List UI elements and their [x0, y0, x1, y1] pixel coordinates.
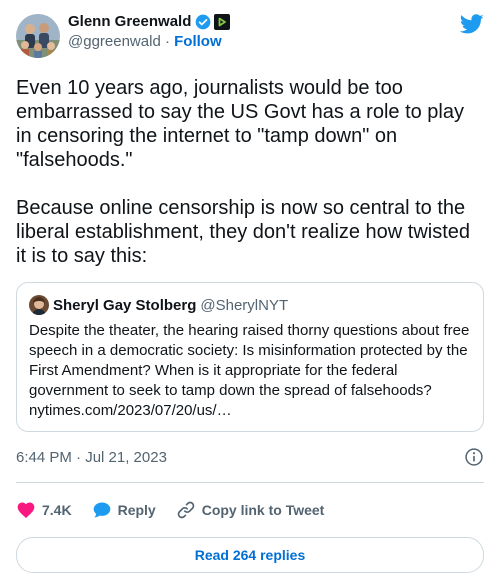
copy-link-label: Copy link to Tweet — [201, 502, 325, 518]
rumble-affiliate-icon[interactable] — [214, 14, 231, 30]
author-handle-row: @ggreenwald · Follow — [68, 32, 230, 52]
follow-link[interactable]: Follow — [174, 33, 222, 50]
read-replies-label: Read 264 replies — [194, 547, 306, 563]
author-name[interactable]: Glenn Greenwald — [68, 12, 191, 32]
author-avatar[interactable] — [16, 14, 60, 58]
tweet-text: Even 10 years ago, journalists would be … — [16, 77, 471, 267]
reply-button[interactable]: Reply — [92, 500, 156, 520]
heart-icon — [16, 500, 36, 520]
author-names: Glenn Greenwald @ggreenwald · Follow — [68, 12, 231, 52]
quoted-tweet[interactable]: Sheryl Gay Stolberg @SherylNYT Despite t… — [16, 282, 484, 432]
quoted-author-avatar — [29, 295, 49, 315]
like-button[interactable]: 7.4K — [16, 500, 72, 520]
copy-link-button[interactable]: Copy link to Tweet — [176, 500, 325, 520]
divider — [16, 482, 484, 483]
like-count: 7.4K — [42, 502, 72, 518]
info-icon[interactable] — [464, 447, 484, 467]
quoted-author-handle: @SherylNYT — [200, 296, 289, 314]
tweet-embed-card: Glenn Greenwald @ggreenwald · Follow Eve… — [0, 0, 500, 573]
quoted-tweet-text: Despite the theater, the hearing raised … — [29, 322, 474, 419]
quoted-author-name: Sheryl Gay Stolberg — [53, 296, 197, 314]
tweet-meta: 6:44 PM · Jul 21, 2023 — [16, 442, 484, 472]
read-replies-button[interactable]: Read 264 replies — [16, 537, 484, 573]
speech-bubble-icon — [92, 500, 112, 520]
author-handle[interactable]: @ggreenwald — [68, 33, 161, 50]
reply-label: Reply — [117, 502, 156, 518]
twitter-bird-icon[interactable] — [459, 12, 484, 41]
verified-badge-icon — [195, 14, 211, 30]
tweet-timestamp[interactable]: 6:44 PM · Jul 21, 2023 — [16, 449, 167, 466]
tweet-actions: 7.4K Reply Copy link to Tweet — [16, 493, 484, 527]
link-icon — [176, 500, 196, 520]
tweet-header: Glenn Greenwald @ggreenwald · Follow — [16, 12, 484, 60]
quoted-tweet-header: Sheryl Gay Stolberg @SherylNYT — [29, 295, 471, 315]
separator: · — [164, 33, 170, 50]
